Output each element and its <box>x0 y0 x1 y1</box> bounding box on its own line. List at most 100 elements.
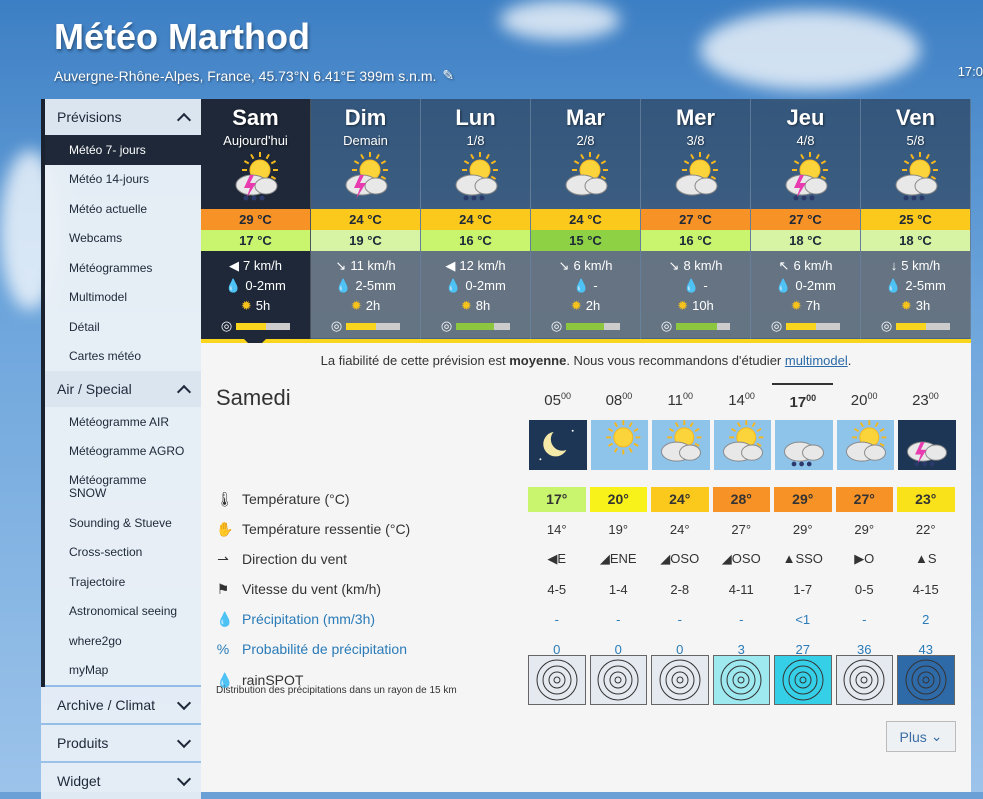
minute: 00 <box>683 391 694 401</box>
seven-day-forecast: Sam Aujourd'hui 29 °C 17 °C ◀ 7 km/h 💧 0-2mm … <box>201 99 971 339</box>
sun-icon: ✹ <box>900 298 912 313</box>
sidebar-item[interactable]: Multimodel <box>41 283 201 313</box>
cell-wspd: 4-15 <box>912 581 939 597</box>
sidebar-item[interactable]: myMap <box>41 656 201 686</box>
cell-wspd: 2-8 <box>670 581 690 597</box>
sidebar-item[interactable]: Détail <box>41 312 201 342</box>
cell-temp: 28° <box>712 486 770 512</box>
reliability-text: La fiabilité de cette prévision est <box>320 353 510 368</box>
sidebar-item[interactable]: Trajectoire <box>41 567 201 597</box>
sidebar-item[interactable]: Météo 7- jours <box>41 135 201 165</box>
sidebar-item[interactable]: Webcams <box>41 224 201 254</box>
radar-rings-icon <box>843 659 885 701</box>
reliability-line: ◎ <box>641 316 750 336</box>
day-details: ◀ 12 km/h 💧 0-2mm ✹ 8h ◎ <box>421 251 530 338</box>
detail-day-title: Samedi <box>216 385 291 410</box>
sidebar-item[interactable]: Météogrammes <box>41 253 201 283</box>
day-column-ven[interactable]: Ven 5/8 25 °C 18 °C ↓ 5 km/h 💧 2-5mm ✹ 3h ◎ <box>861 99 971 339</box>
hour-header: 0500 <box>527 383 588 411</box>
sidebar-section-0[interactable]: Prévisions <box>41 99 201 135</box>
sun-hours: 5h <box>255 298 271 313</box>
row-label[interactable]: 💧 Précipitation (mm/3h) <box>216 611 528 628</box>
reliability-fill <box>456 322 494 330</box>
chevron-down-icon <box>176 695 192 711</box>
cell-wdir: ▲SSO <box>782 551 823 566</box>
sidebar-section-label: Produits <box>57 735 109 751</box>
target-icon: ◎ <box>880 318 893 333</box>
row-felt: ✋ Température ressentie (°C) 14° 19° 24° 27° 2… <box>216 515 971 543</box>
cell-wdir: ◀E <box>547 551 567 566</box>
hour-header: 2300 <box>895 383 956 411</box>
sidebar-item[interactable]: where2go <box>41 626 201 656</box>
radar-rings-icon <box>536 659 578 701</box>
cell-felt: 14° <box>546 521 567 537</box>
sidebar-item[interactable]: Météo 14-jours <box>41 165 201 195</box>
radar-rings-icon <box>597 659 639 701</box>
reliability-line: ◎ <box>201 316 310 336</box>
sidebar-item[interactable]: Météogramme AIR <box>41 407 201 437</box>
hour-header: 1100 <box>650 383 711 411</box>
cell-wspd: 4-5 <box>547 581 567 597</box>
plus-button[interactable]: Plus ⌄ <box>886 721 956 752</box>
cloud <box>500 0 620 40</box>
day-column-lun[interactable]: Lun 1/8 24 °C 16 °C ◀ 12 km/h 💧 0-2mm ✹ 8h ◎ <box>421 99 531 339</box>
cell-precip: - <box>677 611 682 627</box>
target-icon: ◎ <box>330 318 343 333</box>
day-column-mar[interactable]: Mar 2/8 24 °C 15 °C ↘ 6 km/h 💧 - ✹ 2h ◎ <box>531 99 641 339</box>
day-name: Ven <box>895 105 936 130</box>
cell-wdir: ▲S <box>914 551 937 566</box>
sun-line: ✹ 8h <box>421 296 530 316</box>
reliability-level: moyenne <box>509 353 567 368</box>
wind-speed: 11 km/h <box>350 258 396 273</box>
reliability-text: . <box>847 353 852 368</box>
day-date: 5/8 <box>906 133 925 148</box>
chevron-up-icon <box>176 112 192 128</box>
sidebar-item[interactable]: Sounding & Stueve <box>41 508 201 538</box>
thermometer-icon: 🌡 <box>216 490 234 507</box>
max-temp: 24 °C <box>421 209 530 230</box>
day-column-dim[interactable]: Dim Demain 24 °C 19 °C ↘ 11 km/h 💧 2-5mm ✹ 2h … <box>311 99 421 339</box>
sidebar-menu: Prévisions Météo 7- jours Météo 14-jours Mé… <box>41 99 201 799</box>
sidebar-section-4[interactable]: Widget <box>41 763 201 799</box>
row-label-text: Température (°C) <box>242 491 350 507</box>
sidebar-item[interactable]: Météogramme AGRO <box>41 437 201 467</box>
row-wdir: ⇀ Direction du vent ◀E ◢ENE ◢OSO ◢OSO ▲SSO ▶O ▲S <box>216 545 971 573</box>
wind-arrow-icon: ◀ <box>228 258 239 273</box>
sidebar-item[interactable]: Météogramme SNOW <box>41 466 181 508</box>
sidebar-item[interactable]: Cartes météo <box>41 342 201 372</box>
row-label: ⚑ Vitesse du vent (km/h) <box>216 581 528 598</box>
sun-hours: 2h <box>585 298 601 313</box>
hour: 14 <box>728 392 745 409</box>
cell-temp: 24° <box>651 486 709 512</box>
day-column-mer[interactable]: Mer 3/8 27 °C 16 °C ↘ 8 km/h 💧 - ✹ 10h ◎ <box>641 99 751 339</box>
sidebar-section-1[interactable]: Air / Special <box>41 371 201 407</box>
wind-speed: 5 km/h <box>901 258 941 273</box>
sidebar-item[interactable]: Cross-section <box>41 538 201 568</box>
minute: 00 <box>560 391 571 401</box>
precip-line: 💧 0-2mm <box>201 276 310 296</box>
rainspot-map <box>897 655 955 705</box>
radar-rings-icon <box>720 659 762 701</box>
edit-icon[interactable]: ✎ <box>442 67 454 84</box>
raindrop-icon: 💧 <box>216 610 234 627</box>
wind-line: ◀ 7 km/h <box>201 256 310 276</box>
precip-line: 💧 2-5mm <box>861 276 970 296</box>
hour: 20 <box>850 392 868 409</box>
reliability-bar <box>566 322 621 330</box>
reliability-bar <box>456 322 511 330</box>
wind-arrow-icon: ↘ <box>558 258 570 273</box>
radar-rings-icon <box>905 659 947 701</box>
sidebar-item[interactable]: Météo actuelle <box>41 194 201 224</box>
day-column-sam[interactable]: Sam Aujourd'hui 29 °C 17 °C ◀ 7 km/h 💧 0-2mm … <box>201 99 311 339</box>
day-column-jeu[interactable]: Jeu 4/8 27 °C 18 °C ↖ 6 km/h 💧 0-2mm ✹ 7h ◎ <box>751 99 861 339</box>
reliability-fill <box>896 322 926 330</box>
sidebar-section-3[interactable]: Produits <box>41 725 201 761</box>
sidebar-section-2[interactable]: Archive / Climat <box>41 687 201 723</box>
multimodel-link[interactable]: multimodel <box>785 353 848 368</box>
precip-line: 💧 - <box>531 276 640 296</box>
sun-icon: ✹ <box>240 298 252 313</box>
row-cells: 17° 20° 24° 28° 29° 27° 23° <box>528 486 955 512</box>
sun-hours: 8h <box>475 298 491 313</box>
hour: 23 <box>912 392 929 409</box>
sidebar-item[interactable]: Astronomical seeing <box>41 597 201 627</box>
